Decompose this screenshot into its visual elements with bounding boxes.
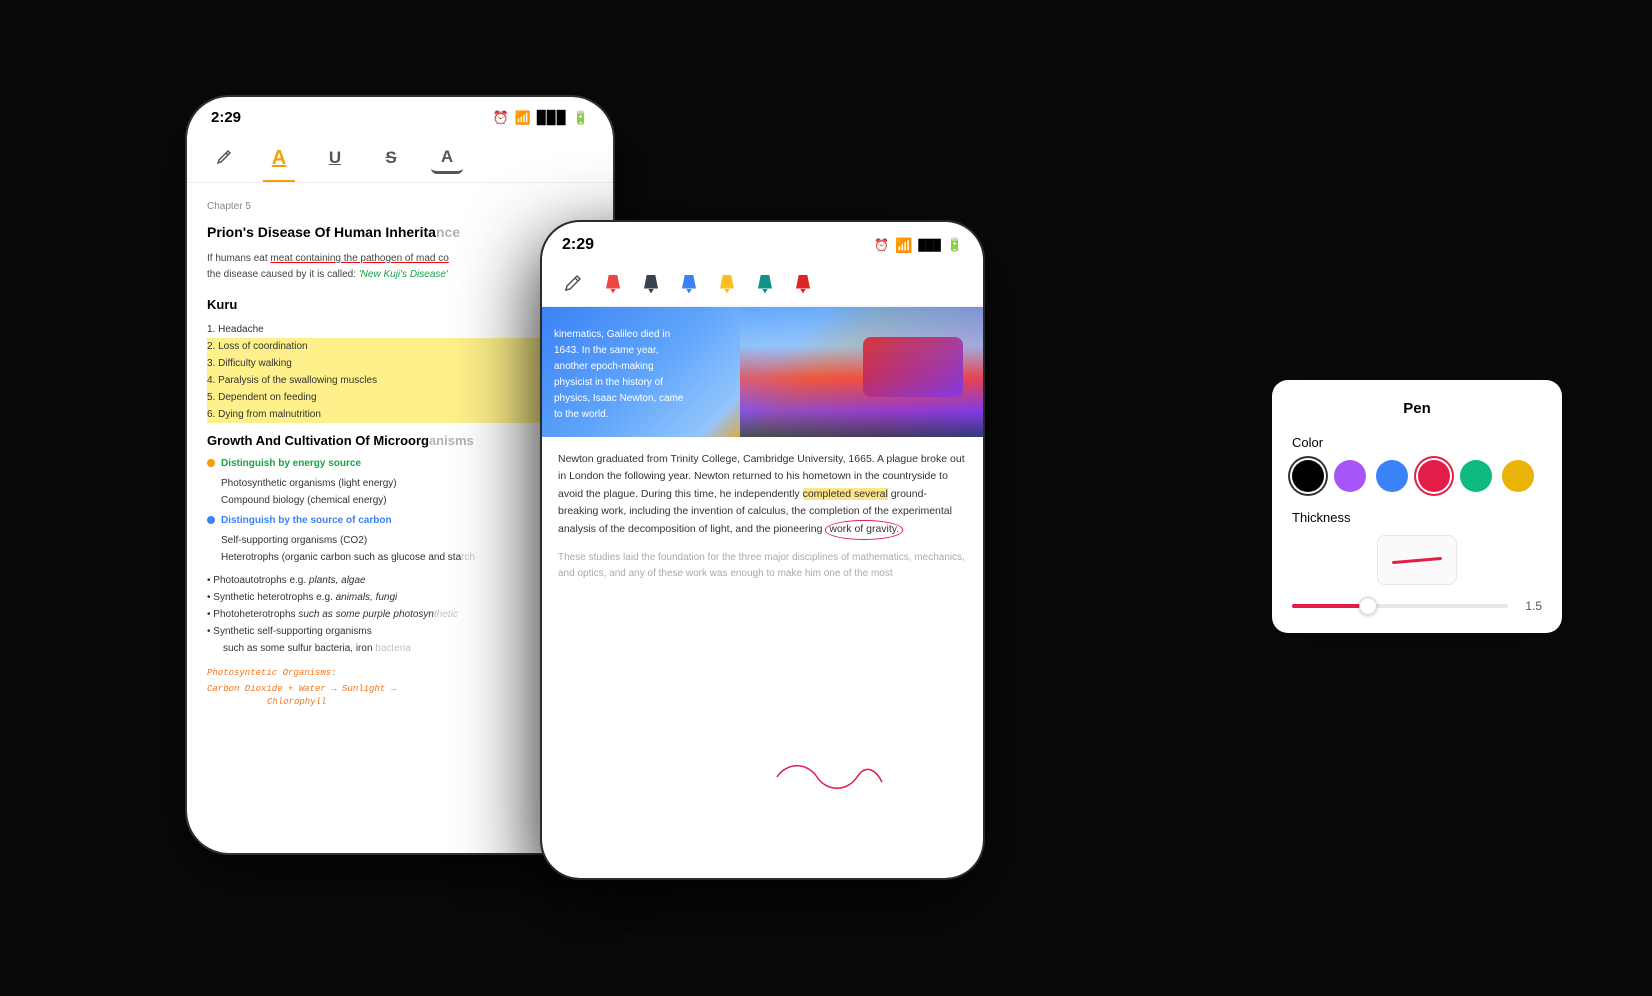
kuru-item-6: 6. Dying from malnutrition [207,406,593,423]
color-blue[interactable] [1376,460,1408,492]
signal-icon: ▉▉▉ [537,110,567,126]
color-yellow[interactable] [1502,460,1534,492]
status-bar-front: 2:29 ⏰ 📶 ▉▉▉ 🔋 [542,222,983,262]
doc-intro: If humans eat meat containing the pathog… [207,251,593,283]
color-black[interactable] [1292,460,1324,492]
doc-image-front: kinematics, Galileo died in 1643. In the… [542,307,983,437]
list2-item-4: • Synthetic self-supporting organisms [207,623,593,640]
alarm-icon: ⏰ [492,110,508,126]
highlighter-red-front[interactable] [602,275,624,294]
kuru-item-3: 3. Difficulty walking [207,355,593,372]
energy-source-title: Distinguish by energy source [221,456,397,471]
thickness-section-label: Thickness [1292,510,1542,525]
color-teal[interactable] [1460,460,1492,492]
slider-container: 1.5 [1292,599,1542,613]
chapter-label: Chapter 5 [207,199,593,214]
status-icons-front: ⏰ 📶 ▉▉▉ 🔋 [874,237,963,254]
toolbar-back: A U S A [187,134,613,183]
alarm-icon-front: ⏰ [874,238,889,252]
handwriting-line3: Chlorophyll [207,696,593,710]
carbon-source-title: Distinguish by the source of carbon [221,513,475,528]
image-caption: kinematics, Galileo died in 1643. In the… [554,327,694,423]
list2-item-4b: such as some sulfur bacteria, iron bacte… [207,640,593,657]
growth-title: Growth And Cultivation Of Microorganisms [207,431,593,451]
color-purple[interactable] [1334,460,1366,492]
color-red[interactable] [1418,460,1450,492]
signal-icon-front: ▉▉▉ [918,239,940,252]
doc-body-front: Newton graduated from Trinity College, C… [542,437,983,597]
thickness-preview [1377,535,1457,585]
pen-tool-back[interactable] [207,142,239,174]
kuru-item-2: 2. Loss of coordination [207,338,593,355]
wifi-icon: 📶 [515,110,531,126]
battery-icon-front: 🔋 [947,237,963,253]
status-bar-back: 2:29 ⏰ 📶 ▉▉▉ 🔋 [187,97,613,134]
thickness-preview-line [1392,556,1442,563]
toolbar-front [542,262,983,307]
highlighter-dark-front[interactable] [640,275,662,294]
time-front: 2:29 [562,236,594,254]
slider-fill [1292,604,1368,608]
carbon-item-1: Self-supporting organisms (CO2) [221,532,475,549]
kuru-item-5: 5. Dependent on feeding [207,389,593,406]
kuru-item-1: 1. Headache [207,321,593,338]
kuru-item-4: 4. Paralysis of the swallowing muscles [207,372,593,389]
body-text-front: Newton graduated from Trinity College, C… [558,451,967,540]
highlighter-crimson-front[interactable] [792,275,814,294]
handwriting-line1: Photosyntetic Organisms: [207,667,593,681]
thickness-slider-track[interactable] [1292,604,1508,608]
thickness-value: 1.5 [1518,599,1542,613]
highlighted-text: completed several [803,488,888,500]
highlighter-yellow-front[interactable] [716,275,738,294]
handwriting-line2: Carbon Dioxide + Water → Sunlight → [207,683,593,697]
list2-item-3: • Photoheterotrophs such as some purple … [207,606,593,623]
strikethrough-tool[interactable]: S [375,142,407,174]
circled-text: work of gravity. [825,520,903,539]
pen-panel: Pen Color Thickness 1.5 [1272,380,1562,633]
highlighter-teal-front[interactable] [754,275,776,294]
status-icons-back: ⏰ 📶 ▉▉▉ 🔋 [492,110,589,126]
slider-thumb[interactable] [1359,597,1377,615]
underline-tool[interactable]: U [319,142,351,174]
doc-title-back: Prion's Disease Of Human Inheritance [207,222,593,243]
list2-item-2: • Synthetic heterotrophs e.g. animals, f… [207,589,593,606]
pen-annotation-svg [767,757,887,797]
wifi-icon-front: 📶 [895,237,912,254]
kuru-title: Kuru [207,295,593,315]
highlight-a-tool[interactable]: A [263,142,295,174]
energy-item-2: Compound biology (chemical energy) [221,492,397,509]
color-section-label: Color [1292,435,1542,450]
text-color-tool[interactable]: A [431,142,463,174]
color-swatches [1292,460,1542,492]
time-back: 2:29 [211,109,241,126]
energy-item-1: Photosynthetic organisms (light energy) [221,475,397,492]
body-text-front-2: These studies laid the foundation for th… [558,550,967,583]
pen-panel-title: Pen [1292,400,1542,417]
draw-tool-front[interactable] [558,270,586,298]
highlighter-blue-front[interactable] [678,275,700,294]
phone-front: 2:29 ⏰ 📶 ▉▉▉ 🔋 [540,220,985,880]
carbon-item-2: Heterotrophs (organic carbon such as glu… [221,549,475,566]
list2-item-1: • Photoautotrophs e.g. plants, algae [207,572,593,589]
battery-icon: 🔋 [573,110,589,126]
